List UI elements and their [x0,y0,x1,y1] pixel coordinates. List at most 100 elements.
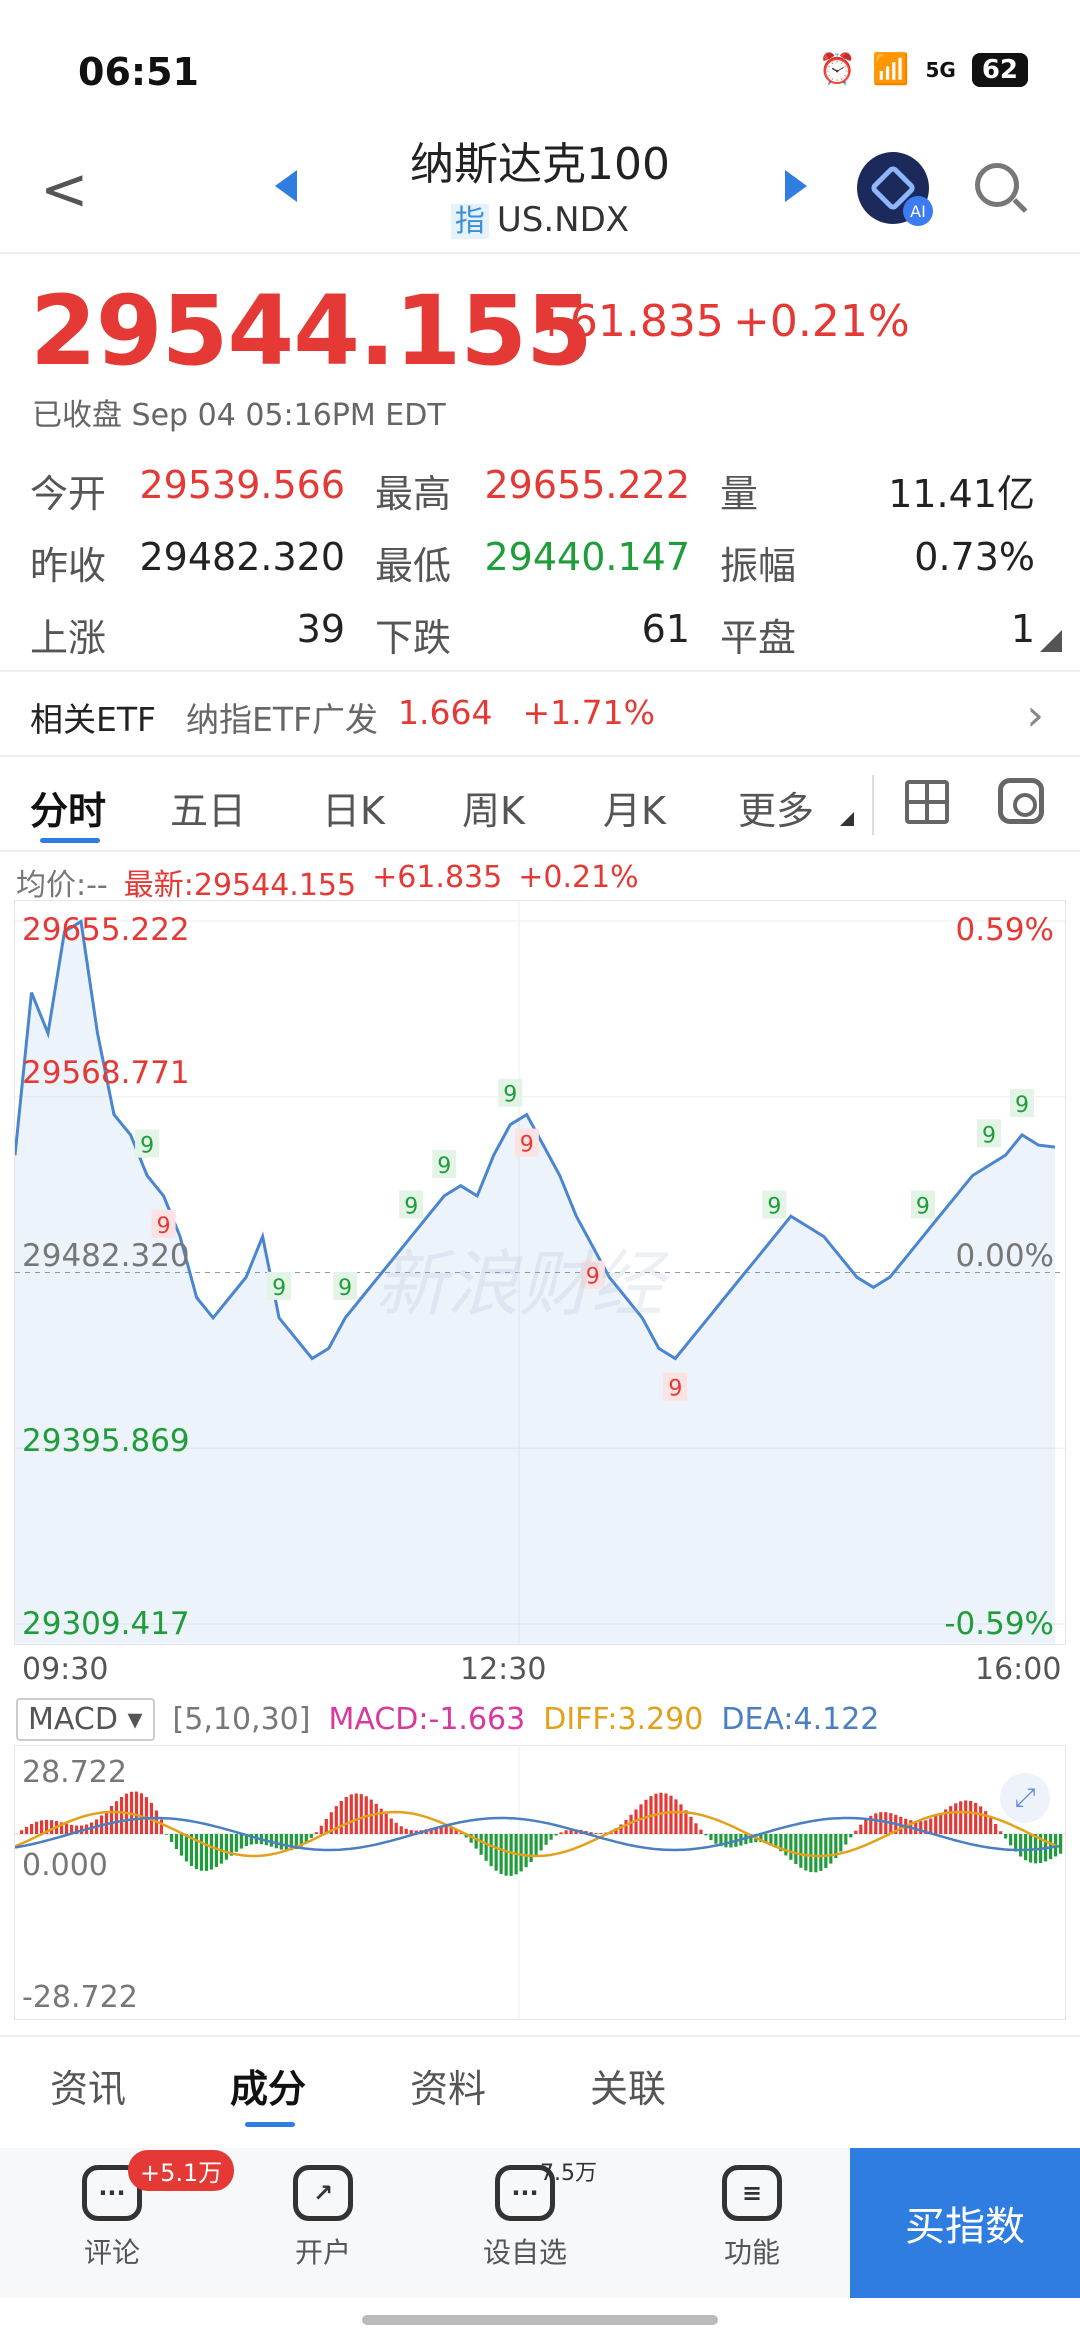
macd-bar [354,1793,358,1834]
macd-bar [599,1833,603,1834]
battery-icon: 62 [971,52,1028,87]
macd-bar [109,1805,114,1834]
macd-bar [179,1834,184,1856]
tab-separator [872,775,874,835]
price-change-pct: +0.21% [733,296,910,347]
macd-bar [309,1834,313,1839]
macd-bar [929,1818,933,1834]
home-indicator[interactable] [362,2315,718,2325]
macd-bar [319,1825,323,1834]
layout-grid-icon[interactable] [905,780,949,824]
x-tick-mid: 12:30 [460,1652,547,1687]
tab-5[interactable]: 更多 [738,780,814,835]
open-account-button[interactable]: ↗ 开户 [253,2165,393,2271]
macd-bar [714,1834,718,1844]
stat-label: 振幅 [720,544,797,588]
macd-bar [394,1822,398,1834]
macd-bar [799,1834,803,1868]
macd-bar [874,1813,878,1834]
chevron-right-icon[interactable]: › [1026,690,1044,741]
signal-marker: 9 [1015,1093,1029,1118]
avg-price: 均价:-- [16,868,108,903]
dea-value: DEA:4.122 [721,1702,880,1737]
chart-plus-icon: ↗ [293,2165,353,2221]
section-tab-0[interactable]: 资讯 [50,2058,126,2113]
stat-value: 29655.222 [484,463,691,507]
next-index-icon[interactable] [785,170,807,202]
macd-bar [849,1834,853,1838]
tab-2[interactable]: 日K [322,780,385,835]
expand-corner-icon[interactable] [1040,630,1062,652]
y-tick-prevclose: 29482.320 [22,1238,190,1274]
macd-bar [49,1820,54,1834]
macd-bar [684,1810,688,1834]
macd-bar [64,1823,69,1834]
macd-bar [854,1830,858,1834]
tabs-divider [0,850,1080,852]
macd-chart[interactable] [14,1745,1066,2020]
tab-1[interactable]: 五日 [170,780,246,835]
macd-bar [864,1819,868,1834]
macd-bar [384,1813,388,1834]
section-tab-3[interactable]: 关联 [590,2058,666,2113]
indicator-select[interactable]: MACD ▾ [16,1698,155,1741]
header-divider [0,252,1080,254]
macd-bar [219,1834,224,1864]
macd-bar [789,1834,793,1860]
macd-bar [814,1834,818,1873]
functions-label: 功能 [723,2236,780,2269]
signal-marker: 9 [668,1377,682,1402]
watchlist-count: 7.5万 [540,2161,597,2186]
index-code: US.NDX [496,200,630,240]
signal-marker: 9 [520,1133,534,1158]
macd-bar [839,1834,843,1852]
etf-name: 纳指ETF广发 [186,700,378,739]
macd-bar [184,1834,189,1862]
macd-bar [279,1834,283,1850]
macd-bar [474,1834,478,1849]
macd-bar [539,1834,543,1851]
macd-bar [444,1826,448,1834]
signal-marker: 9 [503,1083,517,1108]
macd-bar [819,1834,823,1871]
related-etf-row[interactable]: 相关ETF 纳指ETF广发 1.664 +1.71% [30,693,655,741]
active-tab-indicator [40,838,100,843]
signal-marker: 9 [338,1276,352,1301]
macd-bar [809,1834,813,1873]
macd-bar [724,1834,728,1848]
pct-tick-zero: 0.00% [955,1238,1054,1274]
settings-icon[interactable] [998,778,1044,824]
expand-icon[interactable]: ⤢ [1000,1773,1050,1823]
macd-bar [959,1801,963,1834]
macd-bar [484,1834,488,1861]
more-dropdown-icon [840,812,854,826]
macd-bar [989,1817,993,1834]
macd-bar [534,1834,538,1857]
macd-bar [134,1791,139,1834]
macd-bar [119,1796,124,1834]
section-divider [0,2035,1080,2037]
functions-button[interactable]: ≡ 功能 [682,2165,822,2271]
macd-bar [209,1834,214,1870]
buy-index-button[interactable]: 买指数 [850,2148,1080,2298]
macd-bar [174,1834,179,1850]
search-icon[interactable] [975,163,1019,207]
tab-0[interactable]: 分时 [30,780,106,835]
stat-label: 最高 [375,472,452,516]
ai-assistant-button[interactable]: AI [857,152,933,226]
macd-bar [784,1834,788,1856]
y-tick-upper: 29568.771 [22,1055,190,1091]
section-tab-2[interactable]: 资料 [410,2058,486,2113]
pct-tick-low: -0.59% [944,1606,1054,1642]
section-tab-1[interactable]: 成分 [230,2058,306,2113]
macd-bar [704,1834,708,1836]
macd-bar [554,1834,558,1836]
pct-tick-high: 0.59% [955,912,1054,948]
tab-4[interactable]: 月K [603,780,666,835]
macd-bar [824,1834,828,1868]
macd-bar [709,1834,713,1841]
indicator-select-label: MACD [28,1702,118,1737]
macd-bar [794,1834,798,1865]
macd-bar [1029,1834,1033,1863]
tab-3[interactable]: 周K [462,780,525,835]
